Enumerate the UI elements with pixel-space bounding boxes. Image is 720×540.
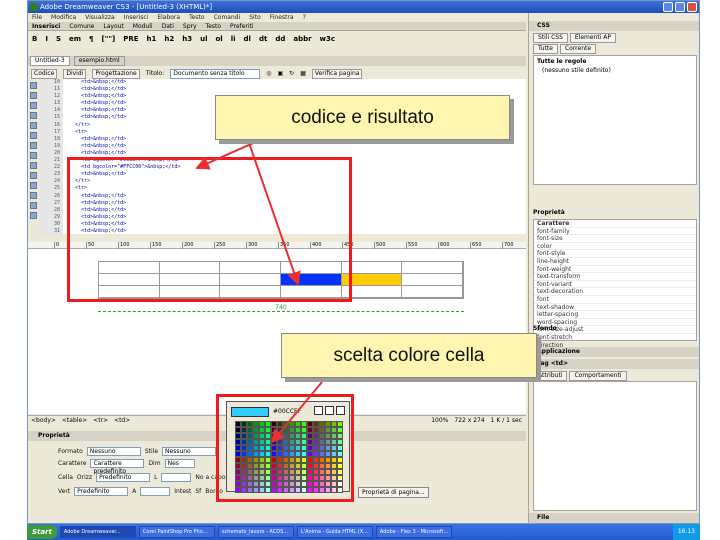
taskbar-task[interactable]: Adobe - Flex 3 - Microsoft... bbox=[375, 526, 452, 538]
taskbar-task[interactable]: Adobe Dreamweaver... bbox=[59, 526, 136, 538]
taskbar: Start Adobe Dreamweaver... Corel PaintSho… bbox=[27, 524, 700, 540]
callout-cell-color: scelta colore cella bbox=[281, 333, 537, 378]
taskbar-task[interactable]: L'Anima - Guida HTML (X... bbox=[296, 526, 373, 538]
taskbar-task[interactable]: schemato_lavoro - ACDS... bbox=[217, 526, 294, 538]
taskbar-task[interactable]: Corel PaintShop Pro Pho... bbox=[138, 526, 215, 538]
system-clock: 16.13 bbox=[672, 524, 700, 540]
arrow-to-code bbox=[195, 139, 261, 170]
start-button[interactable]: Start bbox=[27, 525, 57, 539]
arrow-to-result bbox=[247, 139, 301, 286]
annotation-arrows bbox=[195, 139, 323, 444]
arrow-to-picker bbox=[270, 381, 323, 444]
callout-code-result: codice e risultato bbox=[215, 95, 510, 140]
